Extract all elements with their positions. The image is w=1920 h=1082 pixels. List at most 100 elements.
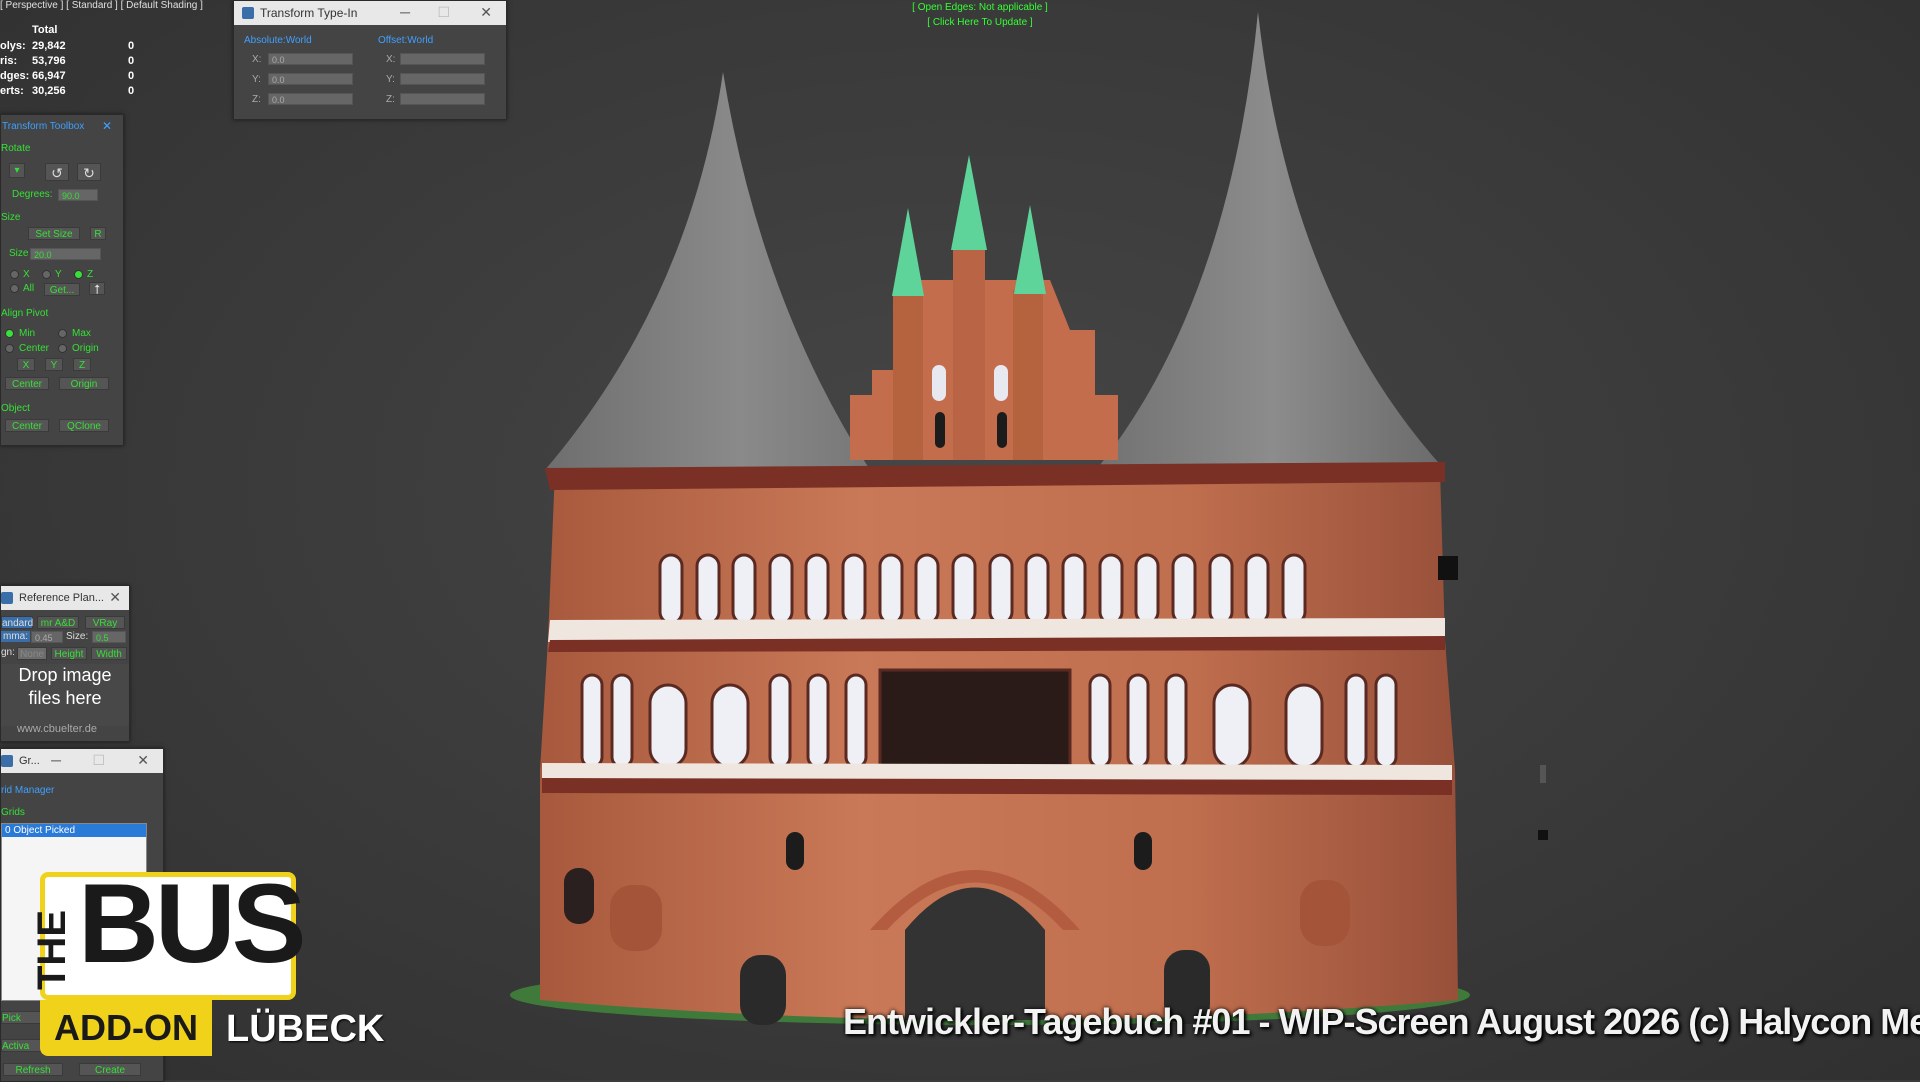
drop-image-area[interactable]: Drop image files here xyxy=(1,664,129,726)
app-icon xyxy=(1,755,13,767)
maximize-icon[interactable]: ☐ xyxy=(437,4,450,21)
viewport-3d[interactable]: [ Perspective ] [ Standard ] [ Default S… xyxy=(0,0,1920,1082)
height-button[interactable]: Height xyxy=(51,647,87,660)
maximize-icon[interactable]: ☐ xyxy=(92,752,105,769)
align-label: gn: xyxy=(1,647,15,658)
viewport-label[interactable]: [ Perspective ] [ Standard ] [ Default S… xyxy=(0,0,203,11)
degrees-field[interactable]: 90.0 xyxy=(58,189,98,201)
gamma-field[interactable]: 0.45 xyxy=(31,631,63,643)
size-label: Size: xyxy=(66,631,89,642)
center-spire xyxy=(951,155,987,250)
app-icon xyxy=(242,7,254,19)
radio-z[interactable] xyxy=(74,270,83,279)
url-label: www.cbuelter.de xyxy=(16,723,98,735)
transform-typein-titlebar[interactable]: Transform Type-In ─ ☐ ✕ xyxy=(234,1,506,25)
radio-center[interactable] xyxy=(5,344,14,353)
object-center-button[interactable]: Center xyxy=(5,419,49,432)
size-field[interactable]: 0.5 xyxy=(92,631,126,643)
refresh-button[interactable]: Refresh xyxy=(3,1063,63,1076)
stats-header: Total xyxy=(32,24,58,36)
absolute-label: Absolute:World xyxy=(244,35,312,46)
right-spire xyxy=(1014,205,1046,294)
radio-max-label: Max xyxy=(72,328,91,339)
close-icon[interactable]: ✕ xyxy=(137,752,149,769)
object-heading: Object xyxy=(1,403,30,414)
pivot-origin-button[interactable]: Origin xyxy=(59,377,109,390)
chevron-down-icon[interactable]: ▾ xyxy=(9,163,25,178)
mr-ad-button[interactable]: mr A&D xyxy=(37,616,79,629)
abs-x-field[interactable]: 0.0 xyxy=(268,53,353,65)
get-button[interactable]: Get... xyxy=(44,283,80,296)
gable-window xyxy=(997,412,1007,448)
transform-typein-dialog[interactable]: Transform Type-In ─ ☐ ✕ Absolute:World O… xyxy=(233,0,507,120)
center-turret xyxy=(953,245,985,460)
close-icon[interactable]: ✕ xyxy=(102,119,112,133)
radio-min[interactable] xyxy=(5,329,14,338)
close-icon[interactable]: ✕ xyxy=(480,4,492,21)
align-y-button[interactable]: Y xyxy=(45,358,63,371)
r-button[interactable]: R xyxy=(90,227,106,240)
grid-manager-titlebar[interactable]: Gr... ─ ☐ ✕ xyxy=(1,749,163,773)
radio-z-label: Z xyxy=(87,269,94,280)
arrow-up-icon[interactable]: ⭡ xyxy=(89,282,105,296)
left-spire xyxy=(892,208,924,296)
radio-x[interactable] xyxy=(10,270,19,279)
size-heading: Size xyxy=(1,212,21,223)
reference-plane-titlebar[interactable]: Reference Plan... ✕ xyxy=(1,586,129,610)
update-link[interactable]: [ Click Here To Update ] xyxy=(845,15,1115,30)
qclone-button[interactable]: QClone xyxy=(59,419,109,432)
radio-max[interactable] xyxy=(58,329,67,338)
none-button[interactable]: None xyxy=(17,647,47,660)
stats-row: olys: 29,842 0 xyxy=(0,40,135,52)
pick-button[interactable]: Pick xyxy=(1,1011,41,1024)
size-label: Size xyxy=(9,248,29,259)
close-icon[interactable]: ✕ xyxy=(109,589,121,606)
degrees-label: Degrees: xyxy=(12,189,53,200)
set-size-button[interactable]: Set Size xyxy=(28,227,80,240)
open-edges-text: [ Open Edges: Not applicable ] xyxy=(912,2,1048,13)
logo-bus: BUS xyxy=(78,861,306,986)
minimize-icon[interactable]: ─ xyxy=(51,752,61,768)
off-z-field[interactable] xyxy=(400,93,485,105)
radio-origin-label: Origin xyxy=(72,343,99,354)
reference-plane-panel[interactable]: Reference Plan... ✕ andard mr A&D VRay m… xyxy=(0,585,130,742)
right-turret xyxy=(1013,290,1043,460)
align-pivot-heading: Align Pivot xyxy=(1,308,49,319)
off-y-field[interactable] xyxy=(400,73,485,85)
minimize-icon[interactable]: ─ xyxy=(400,4,410,20)
pivot-center-button[interactable]: Center xyxy=(5,377,49,390)
radio-all-label: All xyxy=(23,283,35,294)
abs-y-label: Y: xyxy=(252,74,261,85)
off-x-field[interactable] xyxy=(400,53,485,65)
rotate-ccw-icon[interactable]: ↺ xyxy=(45,163,69,181)
stats-row: ris: 53,796 0 xyxy=(0,55,135,67)
left-turret xyxy=(893,290,923,460)
align-z-button[interactable]: Z xyxy=(73,358,91,371)
list-item[interactable]: 0 Object Picked xyxy=(2,824,146,837)
vray-button[interactable]: VRay xyxy=(85,616,125,629)
align-x-button[interactable]: X xyxy=(17,358,35,371)
rotate-heading: Rotate xyxy=(1,143,31,154)
size-field[interactable]: 20.0 xyxy=(30,248,101,260)
radio-y[interactable] xyxy=(42,270,51,279)
abs-z-field[interactable]: 0.0 xyxy=(268,93,353,105)
standard-button[interactable]: andard xyxy=(1,616,33,629)
abs-y-field[interactable]: 0.0 xyxy=(268,73,353,85)
offset-label: Offset:World xyxy=(378,35,434,46)
stats-row: dges: 66,947 0 xyxy=(0,70,135,82)
off-y-label: Y: xyxy=(386,74,395,85)
create-button[interactable]: Create xyxy=(79,1063,141,1076)
rotate-cw-icon[interactable]: ↻ xyxy=(77,163,101,181)
activate-button[interactable]: Activa xyxy=(1,1039,41,1052)
radio-all[interactable] xyxy=(10,284,19,293)
gamma-label: mma: xyxy=(1,631,30,642)
wip-caption: Entwickler-Tagebuch #01 - WIP-Screen Aug… xyxy=(843,1001,1920,1042)
radio-min-label: Min xyxy=(19,328,36,339)
width-button[interactable]: Width xyxy=(91,647,127,660)
right-roof xyxy=(1100,12,1445,470)
radio-origin[interactable] xyxy=(58,344,67,353)
dialog-title: Transform Type-In xyxy=(260,6,358,20)
transform-toolbox[interactable]: Transform Toolbox ✕ Rotate ▾ ↺ ↻ Degrees… xyxy=(0,114,124,446)
stats-row: erts: 30,256 0 xyxy=(0,85,135,97)
logo-addon: ADD-ON xyxy=(40,1000,212,1056)
